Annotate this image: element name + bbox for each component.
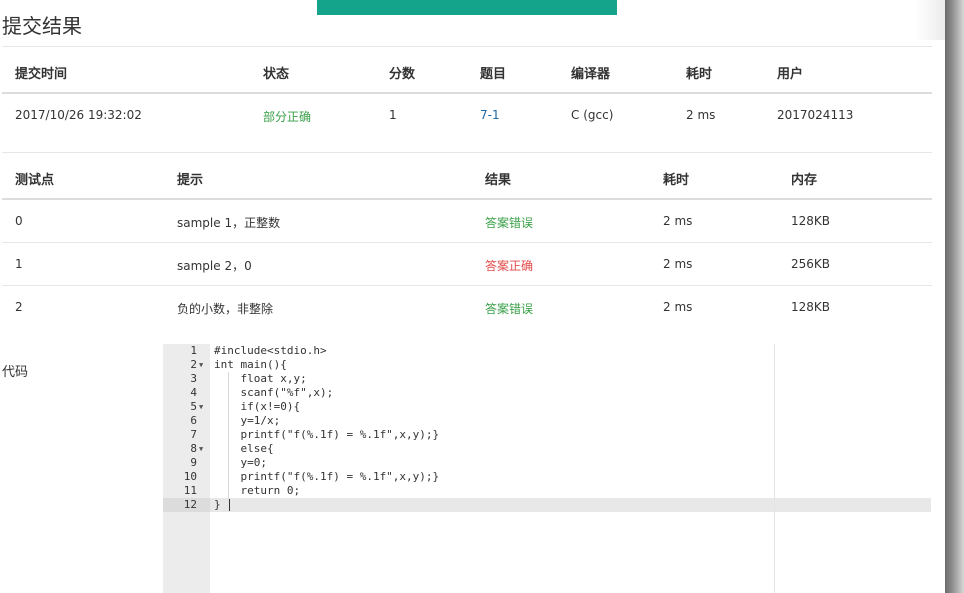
col-header-hint: 提示	[177, 173, 204, 188]
code-line: 7 printf("f(%.1f) = %.1f",x,y);}	[163, 428, 931, 442]
code-text: int main(){	[214, 358, 287, 371]
code-text: else{	[214, 442, 274, 455]
line-number: 11	[183, 484, 197, 497]
code-text: y=0;	[214, 456, 267, 469]
line-number: 2	[190, 358, 197, 371]
divider	[2, 242, 932, 243]
status-badge: 部分正确	[263, 110, 312, 124]
code-text: }	[214, 498, 221, 511]
fold-arrow-icon[interactable]: ▼	[199, 358, 203, 372]
code-text: y=1/x;	[214, 414, 281, 427]
line-number: 5	[190, 400, 197, 413]
submission-compiler: C (gcc)	[571, 108, 614, 122]
code-text: float x,y;	[214, 372, 307, 385]
code-text: printf("f(%.1f) = %.1f",x,y);}	[214, 428, 440, 441]
code-line: 5 ▼ if(x!=0){	[163, 400, 931, 414]
col-header-problem: 题目	[480, 67, 507, 82]
submission-elapsed: 2 ms	[686, 108, 716, 122]
col-header-compiler: 编译器	[571, 67, 611, 82]
testcase-hint: sample 1，正整数	[177, 216, 281, 230]
code-label: 代码	[2, 365, 29, 380]
testcase-hint: sample 2，0	[177, 259, 252, 273]
line-number: 12	[183, 498, 197, 511]
line-number: 3	[190, 372, 197, 385]
submission-score: 1	[389, 108, 397, 122]
problem-link[interactable]: 7-1	[480, 108, 500, 122]
code-line: 2 ▼ int main(){	[163, 358, 931, 372]
code-line: 8 ▼ else{	[163, 442, 931, 456]
divider	[2, 152, 932, 153]
overlay-shadow	[915, 0, 945, 40]
code-line: 4 scanf("%f",x);	[163, 386, 931, 400]
testcase-result: 答案正确	[485, 259, 534, 273]
header-divider	[2, 198, 932, 200]
testcase-id: 0	[15, 214, 23, 228]
header-divider	[2, 92, 932, 94]
line-number: 4	[190, 386, 197, 399]
testcase-result: 答案错误	[485, 216, 534, 230]
col-header-memory: 内存	[791, 173, 818, 188]
window-edge-shadow	[945, 0, 964, 593]
line-number: 6	[190, 414, 197, 427]
testcase-time: 2 ms	[663, 257, 693, 271]
col-header-status: 状态	[263, 67, 290, 82]
code-text: scanf("%f",x);	[214, 386, 334, 399]
line-number: 8	[190, 442, 197, 455]
code-line: 9 y=0;	[163, 456, 931, 470]
code-line: 1 #include<stdio.h>	[163, 344, 931, 358]
code-line: 11 return 0;	[163, 484, 931, 498]
testcase-time: 2 ms	[663, 300, 693, 314]
code-editor[interactable]: 1 #include<stdio.h> 2 ▼ int main(){ 3 fl…	[163, 344, 931, 593]
col-header-score: 分数	[389, 67, 416, 82]
code-text: printf("f(%.1f) = %.1f",x,y);}	[214, 470, 440, 483]
submission-user: 2017024113	[777, 108, 854, 122]
divider	[2, 46, 932, 47]
fold-arrow-icon[interactable]: ▼	[199, 442, 203, 456]
code-line: 12 }	[163, 498, 931, 512]
testcase-hint: 负的小数，非整除	[177, 302, 274, 316]
submission-time: 2017/10/26 19:32:02	[15, 108, 142, 122]
testcase-memory: 256KB	[791, 257, 831, 271]
col-header-user: 用户	[777, 67, 804, 82]
divider	[2, 285, 932, 286]
code-text: #include<stdio.h>	[214, 344, 327, 357]
code-text: if(x!=0){	[214, 400, 301, 413]
col-header-testcase: 测试点	[15, 173, 55, 188]
testcase-result: 答案错误	[485, 302, 534, 316]
line-number: 9	[190, 456, 197, 469]
line-number: 10	[183, 470, 197, 483]
testcase-time: 2 ms	[663, 214, 693, 228]
text-cursor	[229, 499, 230, 511]
testcase-id: 1	[15, 257, 23, 271]
code-line: 3 float x,y;	[163, 372, 931, 386]
col-header-time: 耗时	[663, 173, 690, 188]
col-header-result: 结果	[485, 173, 512, 188]
col-header-elapsed: 耗时	[686, 67, 713, 82]
testcase-memory: 128KB	[791, 300, 831, 314]
testcase-memory: 128KB	[791, 214, 831, 228]
line-number: 7	[190, 428, 197, 441]
code-line: 6 y=1/x;	[163, 414, 931, 428]
code-text: return 0;	[214, 484, 301, 497]
code-line: 10 printf("f(%.1f) = %.1f",x,y);}	[163, 470, 931, 484]
line-number: 1	[190, 344, 197, 357]
fold-arrow-icon[interactable]: ▼	[199, 400, 203, 414]
col-header-time: 提交时间	[15, 67, 68, 82]
testcase-id: 2	[15, 300, 23, 314]
notification-toast	[317, 0, 617, 15]
page-title: 提交结果	[2, 14, 82, 38]
